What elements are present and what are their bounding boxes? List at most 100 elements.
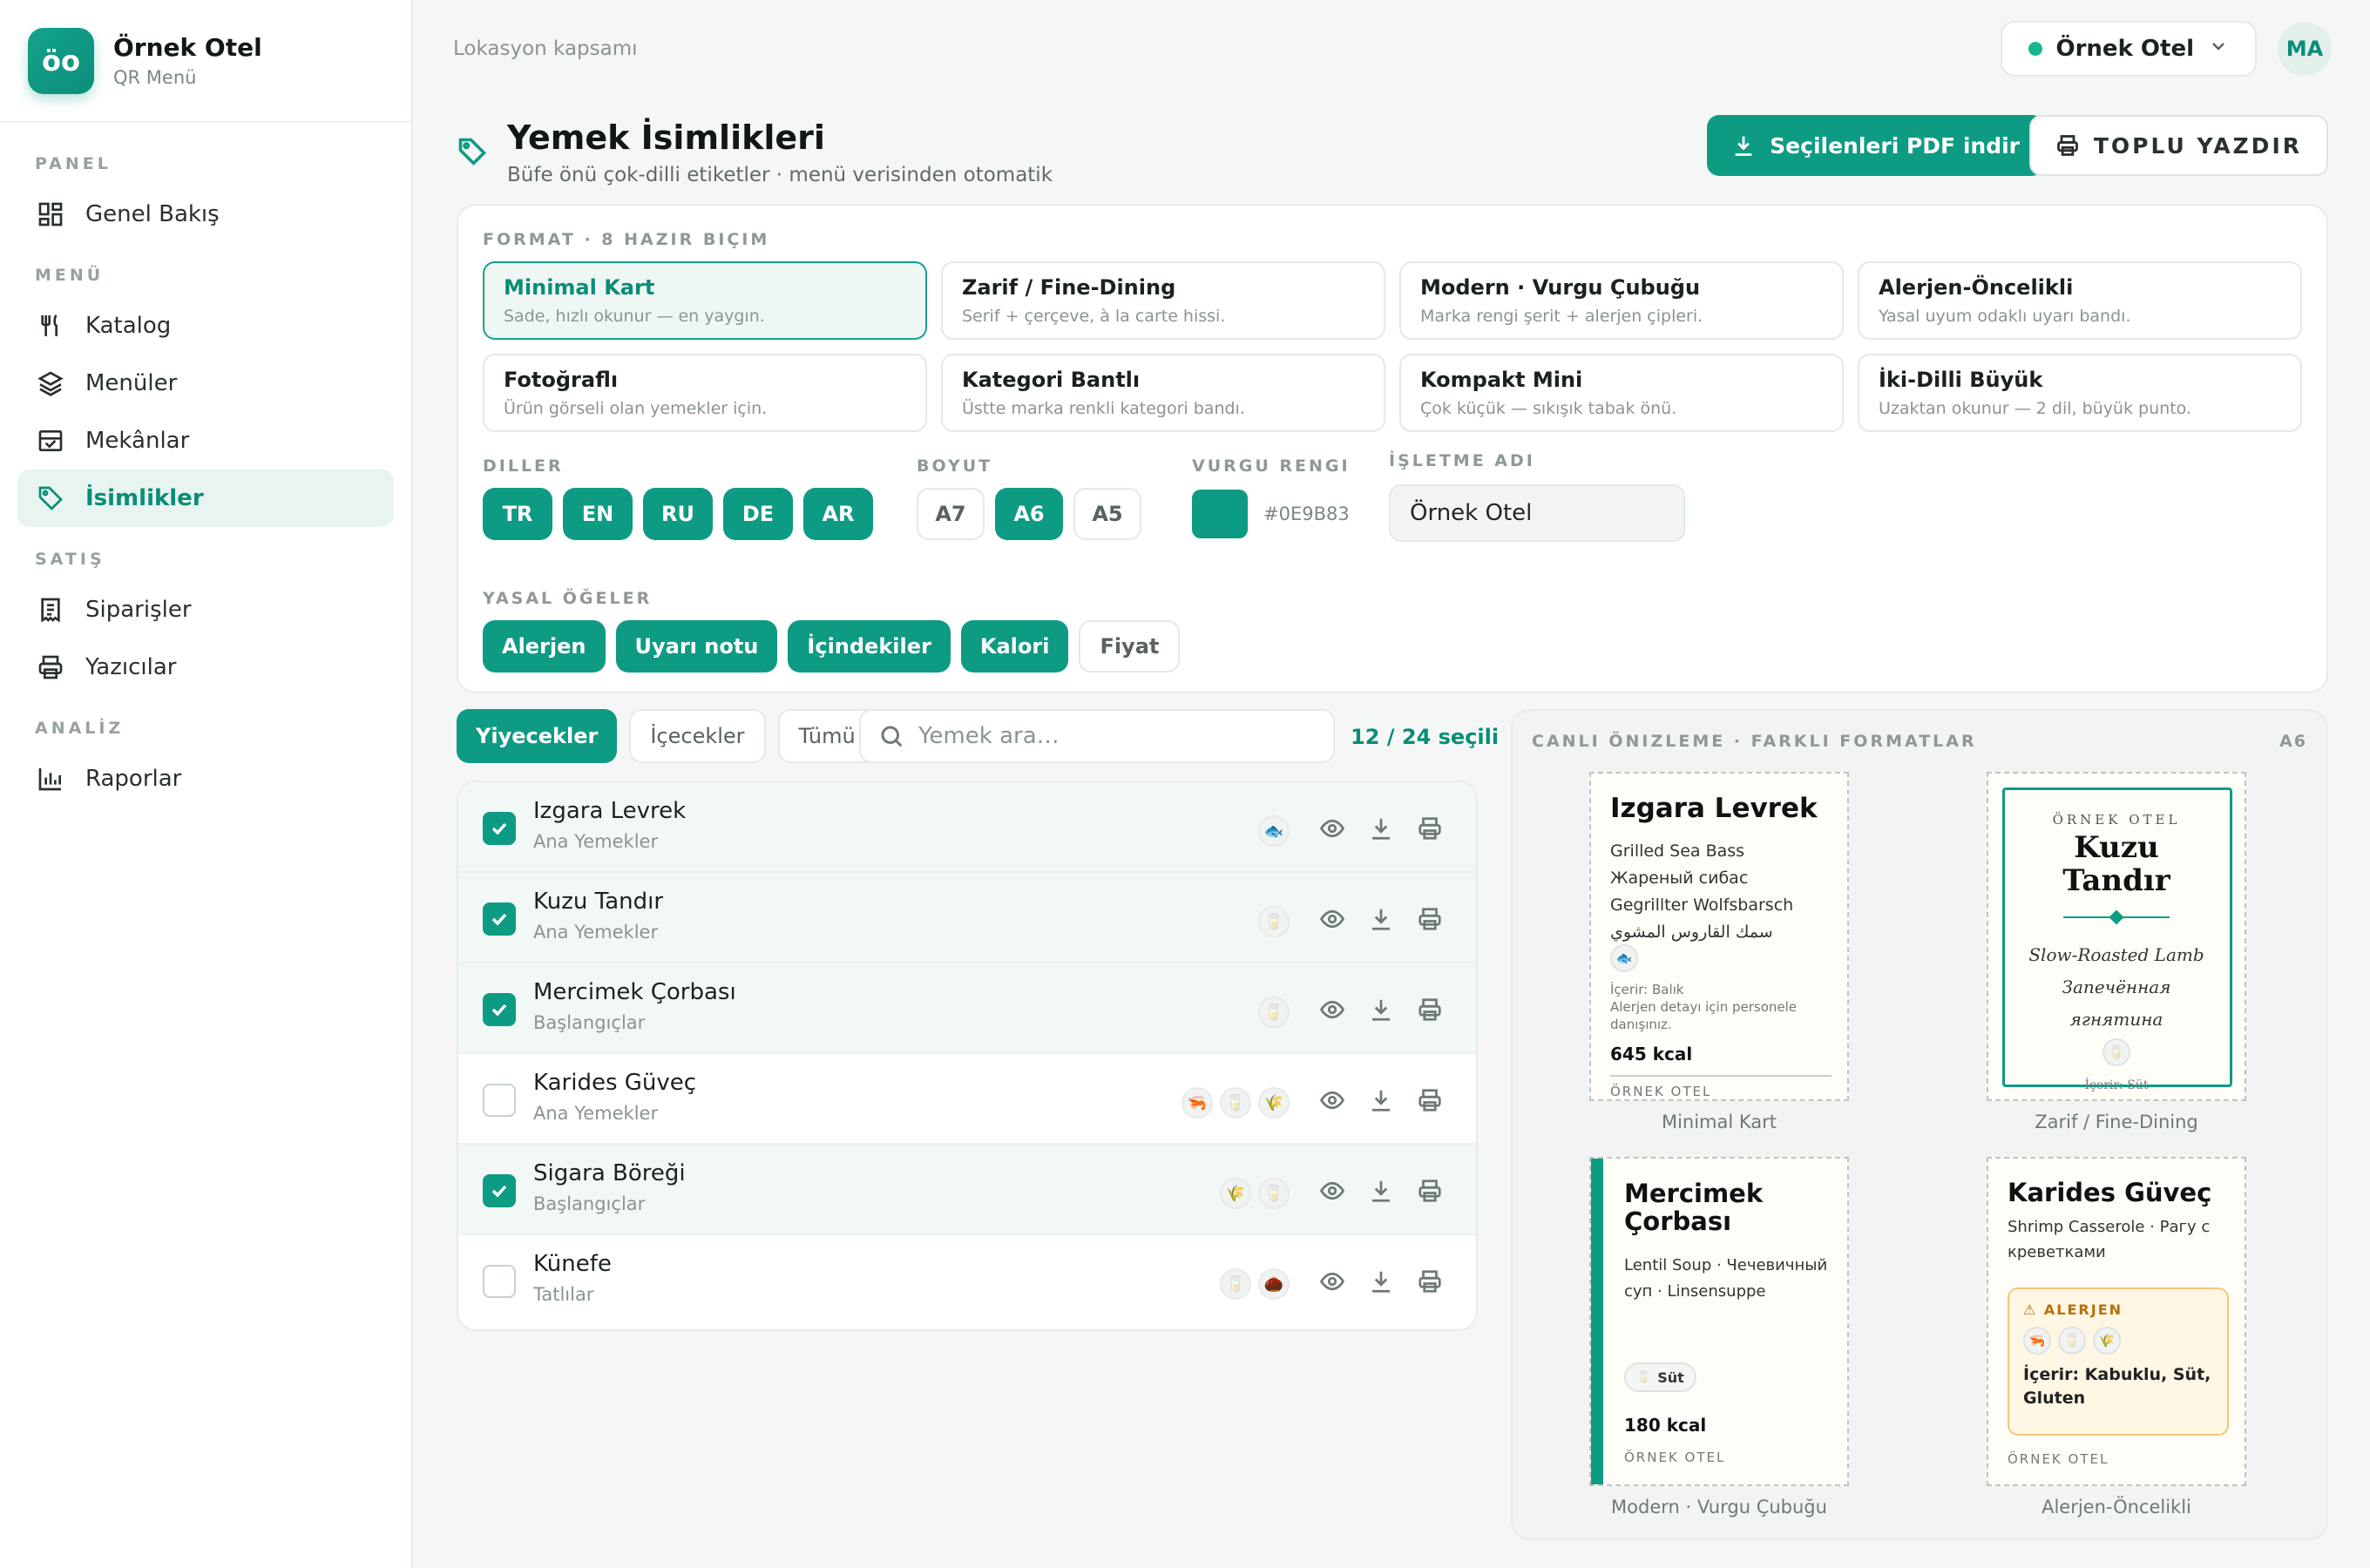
item-checkbox[interactable] xyxy=(483,1265,516,1298)
legal-toggle-price[interactable]: Fiyat xyxy=(1079,620,1181,672)
download-icon[interactable] xyxy=(1368,1268,1396,1296)
legal-elements-label: YASAL ÖĞELER xyxy=(483,589,653,608)
download-pdf-button[interactable]: Seçilenleri PDF indir xyxy=(1707,115,2044,176)
list-item[interactable]: Karides Güveç Ana Yemekler 🦐 🥛 🌾 xyxy=(458,1054,1476,1145)
sidebar-item-menus[interactable]: Menüler xyxy=(17,355,394,412)
item-checkbox[interactable] xyxy=(483,902,516,936)
language-toggle-de[interactable]: DE xyxy=(723,488,793,540)
printer-icon[interactable] xyxy=(1417,906,1445,934)
eye-icon[interactable] xyxy=(1319,1178,1347,1206)
list-item[interactable]: Mercimek Çorbası Başlangıçlar 🥛 xyxy=(458,963,1476,1054)
sidebar-item-orders[interactable]: Siparişler xyxy=(17,581,394,639)
list-item[interactable]: Kuzu Tandır Ana Yemekler 🥛 xyxy=(458,873,1476,963)
format-option-category[interactable]: Kategori Bantlı Üstte marka renkli kateg… xyxy=(941,354,1385,432)
download-icon[interactable] xyxy=(1368,815,1396,843)
sidebar-item-label: Menüler xyxy=(85,370,178,396)
format-desc: Serif + çerçeve, à la carte hissi. xyxy=(962,307,1226,326)
download-icon[interactable] xyxy=(1368,1087,1396,1115)
format-option-modern[interactable]: Modern · Vurgu Çubuğu Marka rengi şerit … xyxy=(1399,261,1844,340)
language-toggle-ar[interactable]: AR xyxy=(803,488,873,540)
sidebar-item-reports[interactable]: Raporlar xyxy=(17,750,394,808)
sidebar-item-overview[interactable]: Genel Bakış xyxy=(17,186,394,243)
accent-color-label: VURGU RENGI xyxy=(1192,456,1351,476)
nav-section-analysis: ANALİZ xyxy=(35,719,125,738)
download-icon[interactable] xyxy=(1368,906,1396,934)
printer-icon[interactable] xyxy=(1417,1178,1445,1206)
printer-icon[interactable] xyxy=(1417,1268,1445,1296)
legal-toggle-calories[interactable]: Kalori xyxy=(960,620,1069,672)
check-icon xyxy=(491,822,507,835)
sidebar-item-labels[interactable]: İsimlikler xyxy=(17,470,394,527)
printer-icon[interactable] xyxy=(1417,997,1445,1024)
preview-contains: İçerir: Süt xyxy=(2084,1078,2149,1092)
size-option-a7[interactable]: A7 xyxy=(917,488,985,540)
legal-toggle-allergen[interactable]: Alerjen xyxy=(483,620,606,672)
avatar[interactable]: MA xyxy=(2278,22,2332,76)
preview-card-modern[interactable]: Mercimek Çorbası Lentil Soup · Чечевичны… xyxy=(1589,1157,1849,1486)
printer-icon[interactable] xyxy=(1417,1087,1445,1115)
format-title: İki-Dilli Büyük xyxy=(1879,368,2043,392)
item-category: Başlangıçlar xyxy=(533,1012,646,1033)
sidebar-item-printers[interactable]: Yazıcılar xyxy=(17,639,394,696)
eye-icon[interactable] xyxy=(1319,1087,1347,1115)
size-option-a5[interactable]: A5 xyxy=(1073,488,1141,540)
preview-card-allergen[interactable]: Karides Güveç Shrimp Casserole · Рагу с … xyxy=(1987,1157,2246,1486)
language-toggle-tr[interactable]: TR xyxy=(483,488,552,540)
store-icon xyxy=(35,425,66,456)
check-icon xyxy=(491,1185,507,1198)
item-checkbox[interactable] xyxy=(483,993,516,1026)
breadcrumb: Lokasyon kapsamı xyxy=(453,37,638,60)
business-name-field[interactable]: Örnek Otel xyxy=(1389,484,1685,542)
brand-logo: öo xyxy=(28,27,94,94)
legal-toggle-ingredients[interactable]: İçindekiler xyxy=(788,620,951,672)
translation-line: Gegrillter Wolfsbarsch xyxy=(1610,896,1794,915)
item-checkbox[interactable] xyxy=(483,812,516,845)
fish-icon: 🐟 xyxy=(1258,815,1290,847)
preview-dish-title: Mercimek Çorbası xyxy=(1624,1179,1764,1236)
eye-icon[interactable] xyxy=(1319,997,1347,1024)
language-toggle-en[interactable]: EN xyxy=(563,488,633,540)
tab-drinks[interactable]: İçecekler xyxy=(629,709,766,763)
sidebar-item-venues[interactable]: Mekânlar xyxy=(17,412,394,470)
sidebar-item-catalog[interactable]: Katalog xyxy=(17,297,394,355)
eye-icon[interactable] xyxy=(1319,906,1347,934)
list-item[interactable]: Sigara Böreği Başlangıçlar 🌾 🥛 xyxy=(458,1145,1476,1235)
legal-toggle-warning[interactable]: Uyarı notu xyxy=(615,620,778,672)
location-selector[interactable]: Örnek Otel xyxy=(2000,21,2257,77)
eye-icon[interactable] xyxy=(1319,1268,1347,1296)
format-option-allergen[interactable]: Alerjen-Öncelikli Yasal uyum odaklı uyar… xyxy=(1858,261,2302,340)
translation-line: Запечённая xyxy=(2062,977,2171,997)
sidebar-item-label: Siparişler xyxy=(85,597,192,623)
fish-icon: 🐟 xyxy=(1610,944,1638,972)
list-item[interactable]: Künefe Tatlılar 🥛 🌰 xyxy=(458,1235,1476,1326)
preview-card-minimal[interactable]: Izgara Levrek Grilled Sea Bass Жареный с… xyxy=(1589,772,1849,1101)
nav-section-panel: PANEL xyxy=(35,154,112,173)
format-option-bilingual[interactable]: İki-Dilli Büyük Uzaktan okunur — 2 dil, … xyxy=(1858,354,2302,432)
wheat-icon: 🌾 xyxy=(2093,1327,2121,1355)
tab-food[interactable]: Yiyecekler xyxy=(457,709,618,763)
printer-icon[interactable] xyxy=(1417,815,1445,843)
download-icon[interactable] xyxy=(1368,1178,1396,1206)
download-icon[interactable] xyxy=(1368,997,1396,1024)
format-option-minimal[interactable]: Minimal Kart Sade, hızlı okunur — en yay… xyxy=(483,261,927,340)
format-option-elegant[interactable]: Zarif / Fine-Dining Serif + çerçeve, à l… xyxy=(941,261,1385,340)
eye-icon[interactable] xyxy=(1319,815,1347,843)
bulk-print-button[interactable]: TOPLU YAZDIR xyxy=(2028,115,2328,176)
bar-chart-icon xyxy=(35,763,66,794)
item-checkbox[interactable] xyxy=(483,1174,516,1207)
format-option-photo[interactable]: Fotoğraflı Ürün görseli olan yemekler iç… xyxy=(483,354,927,432)
item-name: Künefe xyxy=(533,1251,612,1277)
search-placeholder: Yemek ara… xyxy=(918,723,1060,749)
preview-footer: ÖRNEK OTEL xyxy=(1624,1450,1726,1465)
size-option-a6[interactable]: A6 xyxy=(995,488,1063,540)
preview-caption: Minimal Kart xyxy=(1661,1112,1778,1132)
format-option-compact[interactable]: Kompakt Mini Çok küçük — sıkışık tabak ö… xyxy=(1399,354,1844,432)
item-checkbox[interactable] xyxy=(483,1084,516,1117)
language-toggle-ru[interactable]: RU xyxy=(643,488,713,540)
utensils-icon xyxy=(35,310,66,341)
allergen-chip-label: Süt xyxy=(1657,1369,1684,1386)
preview-card-elegant[interactable]: ÖRNEK OTEL Kuzu Tandır Slow-Roasted Lamb… xyxy=(1987,772,2246,1101)
accent-color-swatch[interactable] xyxy=(1192,490,1248,538)
search-input[interactable]: Yemek ara… xyxy=(859,709,1335,763)
list-item[interactable]: Izgara Levrek Ana Yemekler 🐟 xyxy=(458,782,1476,873)
